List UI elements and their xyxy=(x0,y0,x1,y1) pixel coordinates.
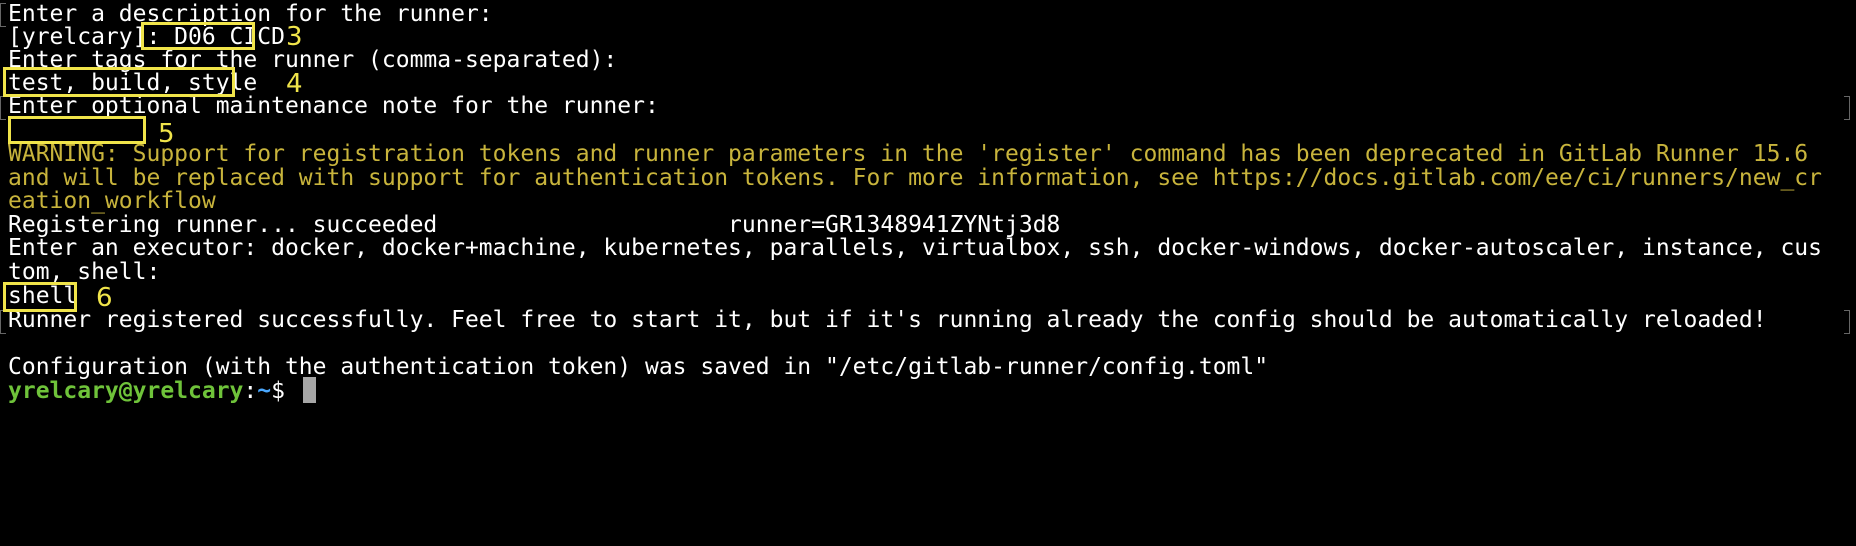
annotation-box-maintenance-note xyxy=(8,116,146,144)
annotation-box-description xyxy=(141,22,255,50)
annotation-number-6: 6 xyxy=(90,283,119,313)
annotation-number-5: 5 xyxy=(158,119,175,149)
cursor-block[interactable] xyxy=(302,377,316,403)
line-marker-right xyxy=(1844,96,1850,120)
line-marker-right xyxy=(1844,310,1850,334)
warning-line-2: and will be replaced with support for au… xyxy=(8,165,1822,191)
shell-prompt[interactable]: yrelcary@yrelcary:~$ xyxy=(8,377,316,405)
annotation-box-tags xyxy=(3,67,235,97)
annotation-number-4: 4 xyxy=(286,69,303,99)
line-marker-left xyxy=(0,3,6,27)
annotation-box-executor xyxy=(3,282,77,312)
prompt-user-host: yrelcary@yrelcary xyxy=(8,378,244,404)
prompt-path: ~ xyxy=(257,378,272,404)
annotation-number-3: 3 xyxy=(286,22,303,52)
executor-prompt-1: Enter an executor: docker, docker+machin… xyxy=(8,235,1822,261)
line-marker-left xyxy=(0,310,6,334)
line-marker-left xyxy=(0,96,6,120)
prompt-separator: : xyxy=(243,378,258,404)
prompt-symbol: $ xyxy=(271,378,299,404)
success-message: Runner registered successfully. Feel fre… xyxy=(8,307,1767,333)
